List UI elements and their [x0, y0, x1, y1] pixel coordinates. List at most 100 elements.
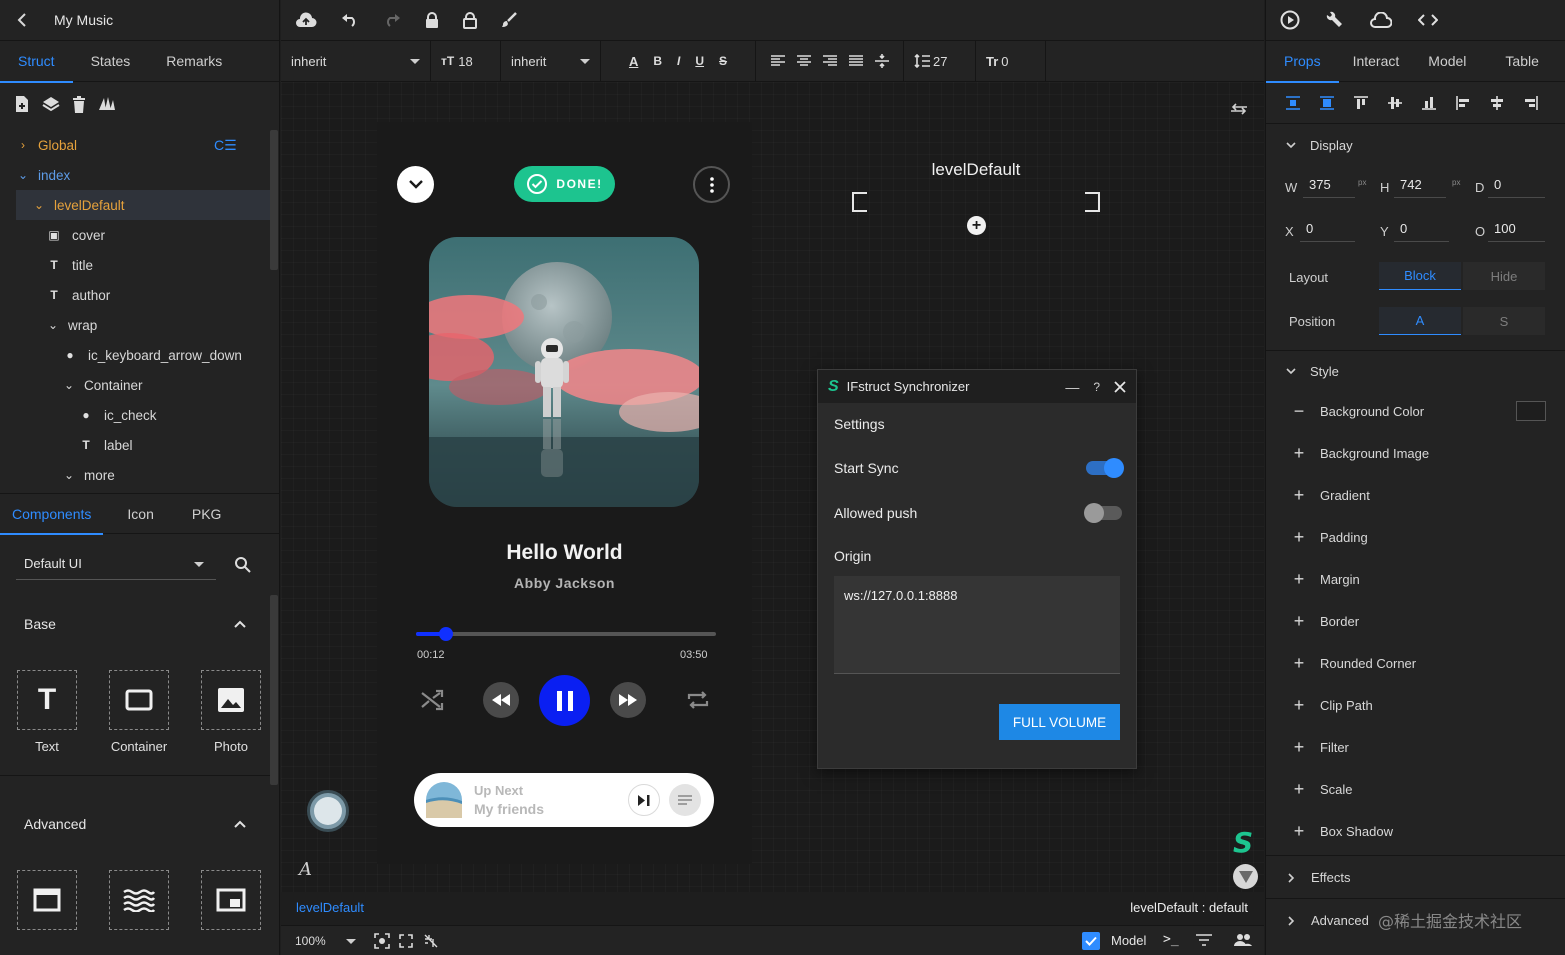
zoom-select[interactable]: 100%	[295, 926, 356, 955]
search-icon[interactable]	[234, 556, 251, 573]
tab-interact[interactable]: Interact	[1339, 41, 1414, 82]
x-input[interactable]: 0	[1300, 216, 1355, 242]
style-scale[interactable]: + Scale	[1266, 775, 1565, 803]
play-circle-icon[interactable]	[1280, 10, 1300, 30]
component-window[interactable]	[17, 870, 77, 930]
tab-table[interactable]: Table	[1481, 41, 1562, 82]
align-top-icon[interactable]	[1354, 95, 1368, 110]
advanced-props-section-header[interactable]: Advanced	[1288, 913, 1369, 928]
tab-remarks[interactable]: Remarks	[148, 41, 240, 82]
filter-icon[interactable]	[1196, 934, 1212, 946]
focus-icon[interactable]	[374, 933, 390, 949]
terminal-button[interactable]: >_	[1163, 932, 1179, 947]
code-icon[interactable]	[1418, 13, 1438, 27]
component-photo[interactable]	[201, 670, 261, 730]
layout-block-option[interactable]: Block	[1379, 262, 1461, 290]
tree-item-ic-check[interactable]: ● ic_check	[0, 400, 270, 430]
align-center-icon[interactable]	[796, 55, 811, 67]
style-background-image[interactable]: + Background Image	[1266, 439, 1565, 467]
color-swatch[interactable]	[1516, 401, 1546, 421]
style-padding[interactable]: + Padding	[1266, 523, 1565, 551]
strike-button[interactable]: S	[719, 54, 727, 68]
position-static-option[interactable]: S	[1463, 307, 1545, 335]
advanced-section-header[interactable]: Advanced	[0, 802, 270, 846]
bold-button[interactable]: B	[653, 54, 662, 68]
new-file-icon[interactable]	[14, 95, 30, 113]
style-filter[interactable]: + Filter	[1266, 733, 1565, 761]
back-icon[interactable]	[16, 12, 28, 28]
close-icon[interactable]	[1114, 380, 1126, 393]
lock-icon[interactable]	[425, 11, 439, 29]
component-scrollbar[interactable]	[270, 595, 278, 785]
fast-forward-button[interactable]	[610, 682, 646, 718]
align-right-icon[interactable]	[822, 55, 837, 67]
letter-spacing-field[interactable]: Tr 0	[976, 40, 1046, 82]
component-container[interactable]	[109, 670, 169, 730]
unlock-icon[interactable]	[463, 11, 477, 29]
help-icon[interactable]: ?	[1093, 380, 1100, 394]
rewind-button[interactable]	[483, 682, 519, 718]
queue-button[interactable]	[669, 784, 701, 816]
add-element-button[interactable]: +	[967, 216, 986, 235]
floating-assist-button[interactable]	[307, 790, 349, 832]
align-left-icon[interactable]	[770, 55, 785, 67]
tab-struct[interactable]: Struct	[0, 41, 73, 83]
tree-item-title[interactable]: Ttitle	[0, 250, 270, 280]
style-clip-path[interactable]: + Clip Path	[1266, 691, 1565, 719]
align-start-icon[interactable]	[1456, 95, 1470, 110]
vertical-align-icon[interactable]	[874, 54, 889, 68]
align-bottom-icon[interactable]	[1422, 96, 1436, 110]
pause-button[interactable]	[539, 675, 590, 726]
wrench-icon[interactable]	[1326, 11, 1344, 29]
style-border[interactable]: + Border	[1266, 607, 1565, 635]
tab-icon[interactable]: Icon	[103, 493, 177, 534]
align-vertical-fill-icon[interactable]	[1320, 95, 1334, 110]
swap-icon[interactable]	[1230, 102, 1248, 116]
style-rounded-corner[interactable]: + Rounded Corner	[1266, 649, 1565, 677]
redo-icon[interactable]	[383, 13, 401, 27]
start-sync-toggle[interactable]	[1086, 458, 1124, 478]
align-vertical-top-icon[interactable]	[1286, 95, 1300, 110]
people-icon[interactable]	[1233, 933, 1253, 947]
style-gradient[interactable]: + Gradient	[1266, 481, 1565, 509]
grid-off-icon[interactable]	[424, 934, 438, 948]
component-text[interactable]: T	[17, 670, 77, 730]
collection-icon[interactable]	[98, 96, 116, 112]
text-color-icon[interactable]: A	[629, 54, 638, 69]
position-absolute-option[interactable]: A	[1379, 307, 1461, 335]
component-waves[interactable]	[109, 870, 169, 930]
align-center-h-icon[interactable]	[1490, 95, 1504, 110]
tree-item-ic-keyboard-arrow-down[interactable]: ● ic_keyboard_arrow_down	[0, 340, 270, 370]
font-weight-select[interactable]: inherit	[501, 40, 601, 82]
tree-item-more[interactable]: ⌄ more	[0, 460, 270, 490]
shuffle-icon[interactable]	[420, 689, 444, 711]
play-next-button[interactable]	[628, 784, 660, 816]
text-cursor-icon[interactable]: A	[299, 859, 312, 880]
align-middle-icon[interactable]	[1388, 96, 1402, 110]
full-volume-button[interactable]: FULL VOLUME	[999, 704, 1120, 740]
library-select[interactable]: Default UI	[16, 548, 216, 580]
italic-button[interactable]: I	[677, 54, 680, 68]
y-input[interactable]: 0	[1394, 216, 1449, 242]
font-family-select[interactable]: inherit	[281, 40, 431, 82]
tab-pkg[interactable]: PKG	[178, 493, 236, 534]
tree-item-leveldefault[interactable]: ⌄ levelDefault	[16, 190, 270, 220]
brush-icon[interactable]	[501, 12, 517, 28]
tree-item-label[interactable]: Tlabel	[0, 430, 270, 460]
tree-item-global[interactable]: › Global C☰	[0, 130, 270, 160]
tree-item-container[interactable]: ⌄ Container	[0, 370, 270, 400]
origin-input[interactable]: ws://127.0.0.1:8888	[834, 576, 1120, 674]
line-height-field[interactable]: 27	[904, 40, 976, 82]
global-expand-icon[interactable]: C☰	[214, 137, 237, 154]
depth-input[interactable]: 0	[1488, 172, 1545, 198]
tree-item-cover[interactable]: ▣ cover	[0, 220, 270, 250]
height-input[interactable]: 742	[1394, 172, 1446, 198]
tree-item-wrap[interactable]: ⌄ wrap	[0, 310, 270, 340]
progress-track[interactable]	[416, 627, 716, 641]
cloud-icon[interactable]	[1370, 12, 1392, 28]
tab-model[interactable]: Model	[1413, 41, 1481, 82]
minimize-icon[interactable]: —	[1065, 379, 1079, 395]
model-checkbox[interactable]	[1082, 932, 1100, 950]
layers-icon[interactable]	[42, 95, 60, 113]
tree-scrollbar[interactable]	[270, 130, 278, 270]
